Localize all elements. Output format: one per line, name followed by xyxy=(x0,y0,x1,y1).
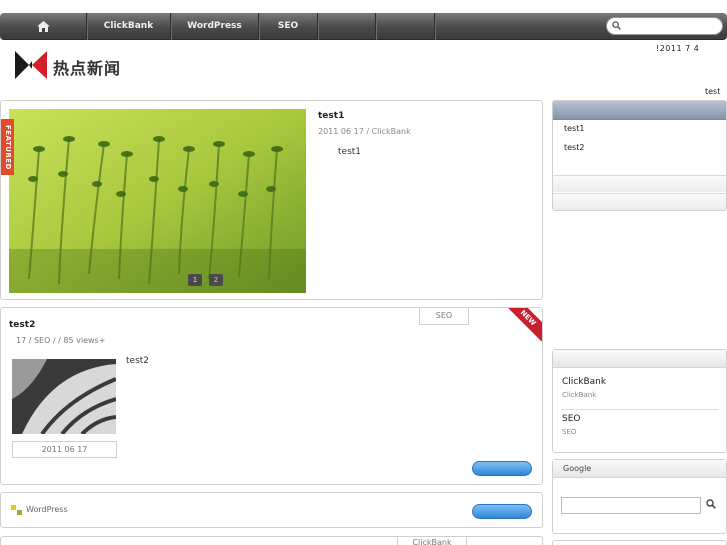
category-icon xyxy=(11,505,22,515)
sidebar-recent-item-1[interactable]: test1 xyxy=(564,124,584,133)
category-more-button[interactable] xyxy=(472,504,532,519)
search-icon xyxy=(612,21,621,30)
sidebar-recent-item-2[interactable]: test2 xyxy=(564,143,584,152)
sidebar-category-seo[interactable]: SEO xyxy=(562,414,580,424)
featured-image[interactable]: 1 2 xyxy=(9,109,306,293)
sidebar-category-clickbank-sub: ClickBank xyxy=(562,391,597,399)
featured-meta: 2011 06 17 / ClickBank xyxy=(318,127,411,136)
sidebar-tab-strip-2[interactable] xyxy=(553,193,726,210)
next-post-card: ClickBank xyxy=(0,536,543,545)
post-date: 2011 06 17 xyxy=(12,441,117,458)
sidebar-tab-strip-1[interactable] xyxy=(553,175,726,192)
featured-ribbon: FEATURED xyxy=(1,119,14,175)
category-bar-label[interactable]: WordPress xyxy=(26,505,68,514)
nav-search-input[interactable] xyxy=(606,17,723,35)
read-more-button[interactable] xyxy=(472,461,532,476)
sidebar-category-seo-sub: SEO xyxy=(562,428,577,436)
nav-home[interactable] xyxy=(0,13,87,40)
slider-dot-1[interactable]: 1 xyxy=(188,274,202,286)
sidebar-bottom-widget xyxy=(552,540,727,545)
post-category-tab[interactable]: SEO xyxy=(419,308,469,325)
post-title[interactable]: test2 xyxy=(9,320,35,330)
top-right-link[interactable]: test xyxy=(705,87,720,96)
sidebar-categories-widget: ClickBank ClickBank SEO SEO xyxy=(552,349,727,453)
nav-item-clickbank[interactable]: ClickBank xyxy=(87,13,171,40)
featured-excerpt: test1 xyxy=(338,147,362,157)
google-search-input[interactable] xyxy=(561,497,701,514)
logo-text[interactable]: 热点新闻 xyxy=(53,55,121,79)
next-post-category-tab[interactable]: ClickBank xyxy=(397,537,467,545)
sidebar-categories-header xyxy=(553,350,726,368)
logo-icon[interactable] xyxy=(15,51,47,79)
sidebar-google-widget: Google xyxy=(552,459,727,534)
featured-slider: 1 2 FEATURED test1 2011 06 17 / ClickBan… xyxy=(0,100,543,300)
sidebar-recent-widget: test1 test2 xyxy=(552,100,727,211)
post-excerpt: test2 xyxy=(126,356,150,366)
nav-item-seo[interactable]: SEO xyxy=(259,13,318,40)
category-bar: WordPress xyxy=(0,492,543,528)
post-card: SEO NEW test2 17 / SEO / / 85 views+ 201… xyxy=(0,307,543,485)
post-meta: 17 / SEO / / 85 views+ xyxy=(16,336,106,345)
search-icon[interactable] xyxy=(706,499,716,509)
sidebar-category-clickbank[interactable]: ClickBank xyxy=(562,377,606,387)
sidebar-divider xyxy=(561,409,719,410)
home-icon xyxy=(37,21,50,32)
nav-item-blank-2[interactable] xyxy=(376,13,435,40)
featured-title[interactable]: test1 xyxy=(318,111,344,121)
header-date: !2011 7 4 xyxy=(656,44,700,53)
post-thumbnail[interactable] xyxy=(12,359,116,434)
new-badge: NEW xyxy=(504,308,542,342)
nav-item-blank-1[interactable] xyxy=(318,13,376,40)
sidebar-recent-header xyxy=(553,101,726,120)
main-nav: ClickBank WordPress SEO xyxy=(0,13,727,40)
sidebar-google-header: Google xyxy=(553,460,726,478)
slider-dot-2[interactable]: 2 xyxy=(209,274,223,286)
nav-item-wordpress[interactable]: WordPress xyxy=(171,13,259,40)
